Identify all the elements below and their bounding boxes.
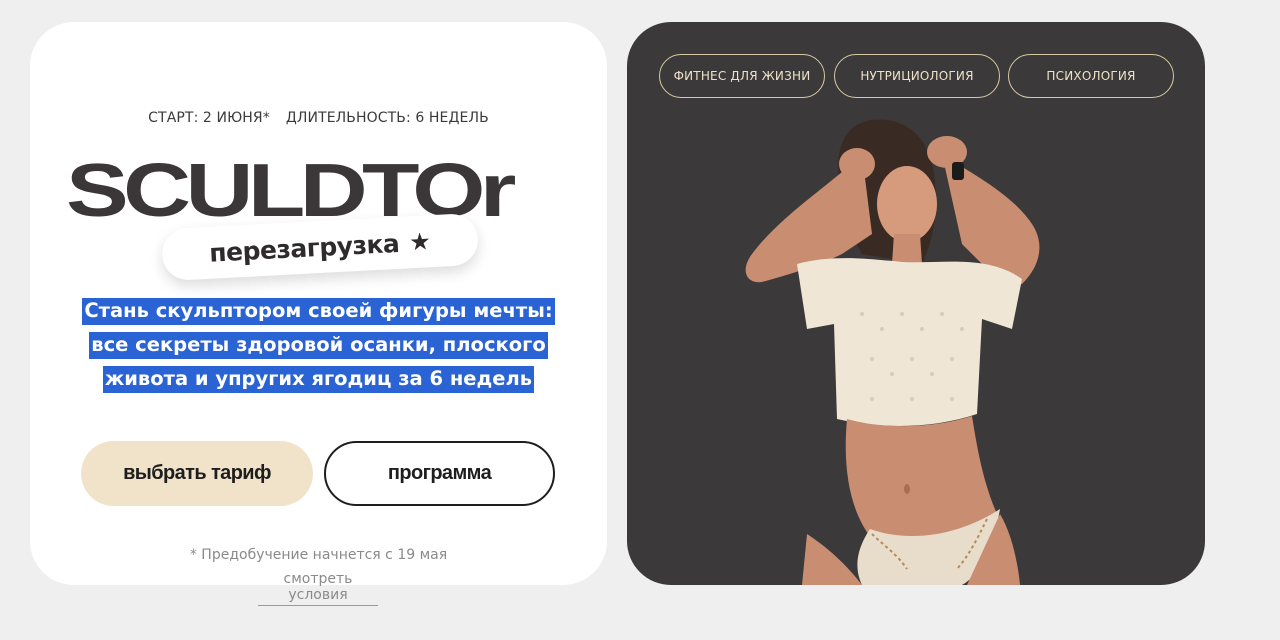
course-duration: ДЛИТЕЛЬНОСТЬ: 6 НЕДЕЛЬ <box>285 110 489 126</box>
tag-fitness[interactable]: ФИТНЕС ДЛЯ ЖИЗНИ <box>659 54 825 98</box>
program-button[interactable]: программа <box>324 441 555 506</box>
start-date: СТАРТ: 2 ИЮНЯ* <box>148 110 270 126</box>
hero-headline: Стань скульптором своей фигуры мечты: вс… <box>30 294 607 396</box>
headline-line-3: живота и упругих ягодиц за 6 недель <box>102 366 535 393</box>
reload-label: перезагрузка <box>208 228 400 268</box>
headline-bold: Стань скульптором своей фигуры мечты: <box>82 298 555 325</box>
terms-link[interactable]: смотреть условия <box>258 571 378 606</box>
photo-card: ФИТНЕС ДЛЯ ЖИЗНИ НУТРИЦИОЛОГИЯ ПСИХОЛОГИ… <box>627 22 1205 585</box>
headline-line-2: все секреты здоровой осанки, плоского <box>89 332 548 359</box>
choose-plan-button[interactable]: выбрать тариф <box>81 441 313 506</box>
course-meta: СТАРТ: 2 ИЮНЯ* ДЛИТЕЛЬНОСТЬ: 6 НЕДЕЛЬ <box>30 110 607 126</box>
star-icon: ★ <box>408 227 432 257</box>
pretraining-note: * Предобучение начнется с 19 мая <box>189 547 448 563</box>
model-photo <box>745 119 1040 585</box>
tag-nutrition[interactable]: НУТРИЦИОЛОГИЯ <box>834 54 1000 98</box>
tag-psychology[interactable]: ПСИХОЛОГИЯ <box>1008 54 1174 98</box>
hero-card: СТАРТ: 2 ИЮНЯ* ДЛИТЕЛЬНОСТЬ: 6 НЕДЕЛЬ SCU… <box>30 22 607 606</box>
